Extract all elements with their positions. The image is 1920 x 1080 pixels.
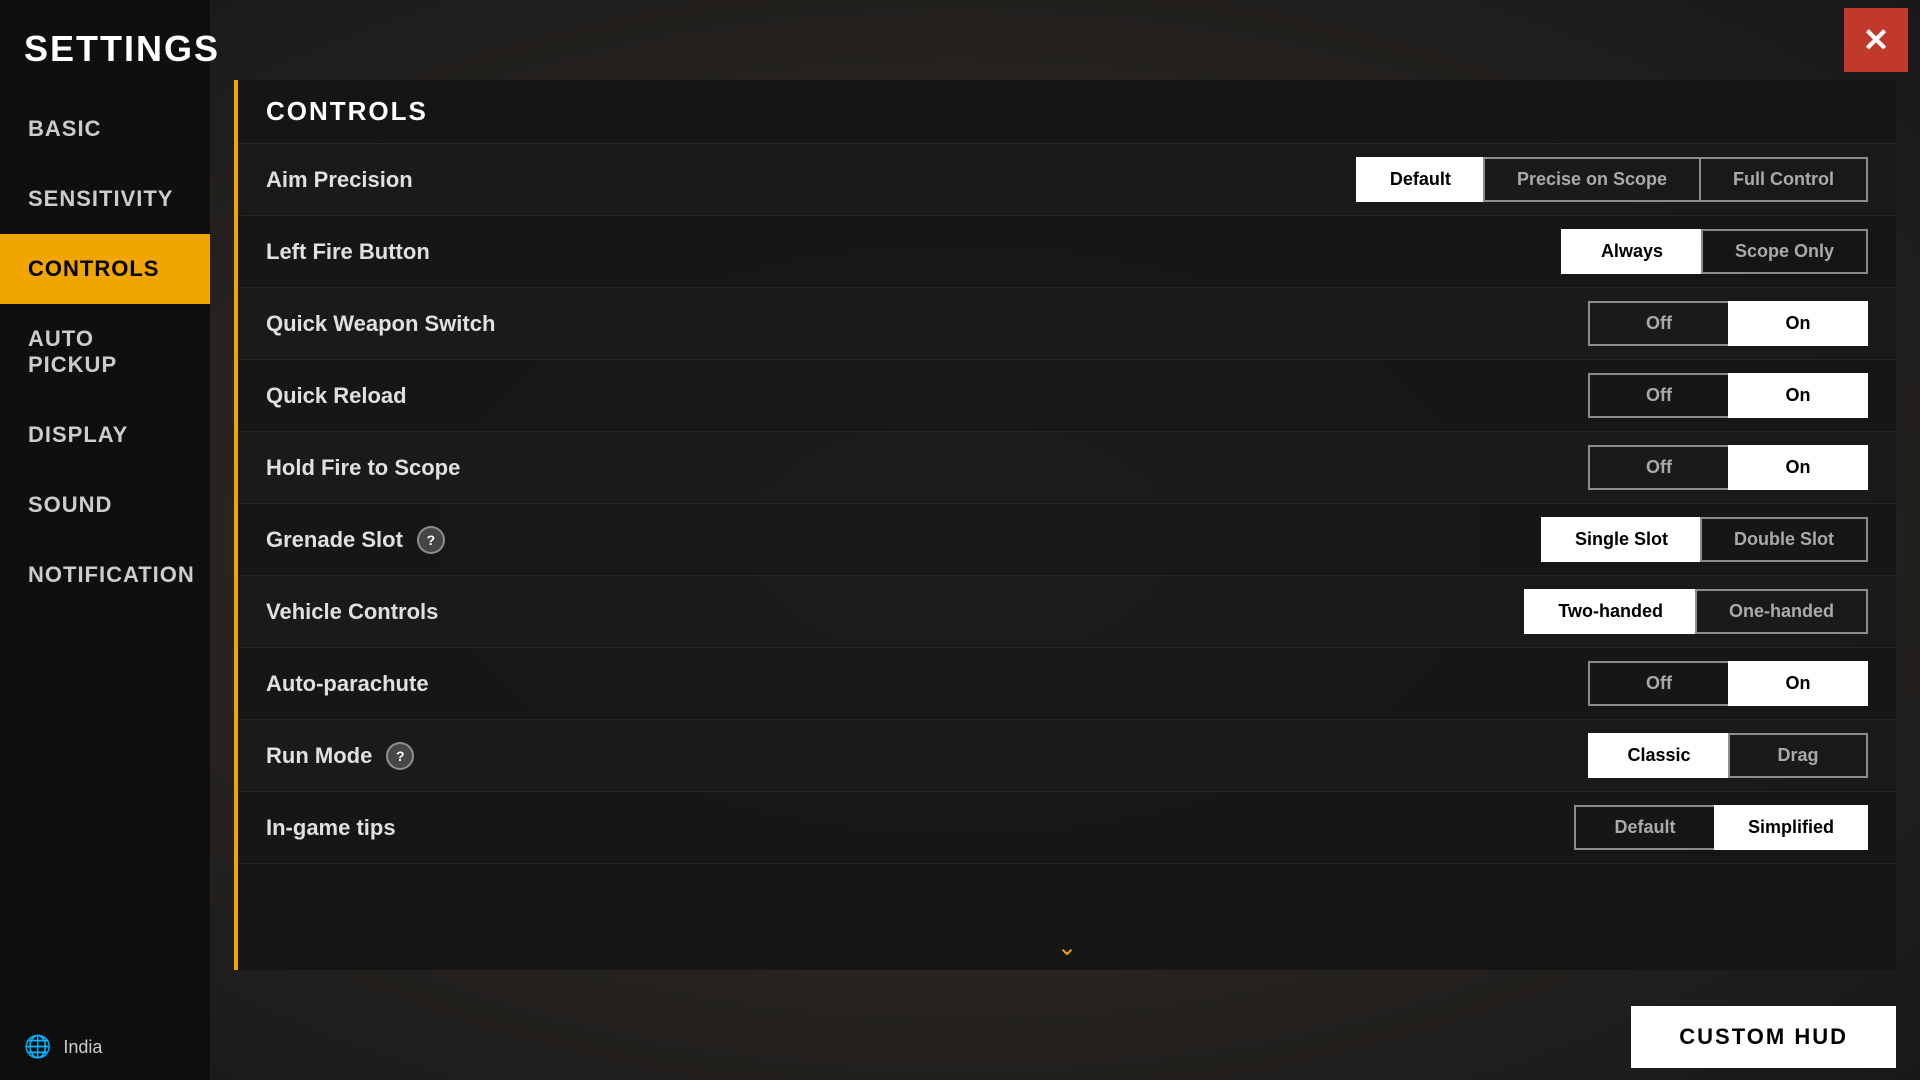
setting-row-grenade-slot: Grenade Slot?Single SlotDouble Slot bbox=[238, 504, 1896, 576]
help-icon-run-mode[interactable]: ? bbox=[386, 742, 414, 770]
setting-label-aim-precision: Aim Precision bbox=[266, 167, 1356, 193]
sidebar-item-auto-pickup[interactable]: AUTO PICKUP bbox=[0, 304, 210, 400]
toggle-auto-parachute-on[interactable]: On bbox=[1728, 661, 1868, 706]
setting-row-in-game-tips: In-game tipsDefaultSimplified bbox=[238, 792, 1896, 864]
toggle-aim-precision-full-control[interactable]: Full Control bbox=[1699, 157, 1868, 202]
setting-row-left-fire-button: Left Fire ButtonAlwaysScope Only bbox=[238, 216, 1896, 288]
sidebar: SETTINGS BASICSENSITIVITYCONTROLSAUTO PI… bbox=[0, 0, 210, 1080]
setting-row-run-mode: Run Mode?ClassicDrag bbox=[238, 720, 1896, 792]
toggle-run-mode-classic[interactable]: Classic bbox=[1588, 733, 1728, 778]
topbar: ✕ bbox=[210, 0, 1920, 80]
toggle-in-game-tips-default[interactable]: Default bbox=[1574, 805, 1714, 850]
sidebar-item-sensitivity[interactable]: SENSITIVITY bbox=[0, 164, 210, 234]
setting-controls-left-fire-button: AlwaysScope Only bbox=[1561, 229, 1868, 274]
toggle-auto-parachute-off[interactable]: Off bbox=[1588, 661, 1728, 706]
setting-label-auto-parachute: Auto-parachute bbox=[266, 671, 1588, 697]
setting-label-hold-fire-to-scope: Hold Fire to Scope bbox=[266, 455, 1588, 481]
toggle-quick-weapon-switch-off[interactable]: Off bbox=[1588, 301, 1728, 346]
setting-controls-vehicle-controls: Two-handedOne-handed bbox=[1524, 589, 1868, 634]
setting-controls-auto-parachute: OffOn bbox=[1588, 661, 1868, 706]
sidebar-nav: BASICSENSITIVITYCONTROLSAUTO PICKUPDISPL… bbox=[0, 94, 210, 1014]
help-icon-grenade-slot[interactable]: ? bbox=[417, 526, 445, 554]
setting-controls-quick-weapon-switch: OffOn bbox=[1588, 301, 1868, 346]
toggle-aim-precision-default[interactable]: Default bbox=[1356, 157, 1483, 202]
toggle-hold-fire-to-scope-off[interactable]: Off bbox=[1588, 445, 1728, 490]
toggle-run-mode-drag[interactable]: Drag bbox=[1728, 733, 1868, 778]
setting-controls-quick-reload: OffOn bbox=[1588, 373, 1868, 418]
toggle-quick-reload-on[interactable]: On bbox=[1728, 373, 1868, 418]
toggle-quick-reload-off[interactable]: Off bbox=[1588, 373, 1728, 418]
setting-row-auto-parachute: Auto-parachuteOffOn bbox=[238, 648, 1896, 720]
setting-row-hold-fire-to-scope: Hold Fire to ScopeOffOn bbox=[238, 432, 1896, 504]
setting-row-vehicle-controls: Vehicle ControlsTwo-handedOne-handed bbox=[238, 576, 1896, 648]
sidebar-item-sound[interactable]: SOUND bbox=[0, 470, 210, 540]
sidebar-footer: 🌐 India bbox=[0, 1014, 210, 1080]
toggle-grenade-slot-double-slot[interactable]: Double Slot bbox=[1700, 517, 1868, 562]
setting-row-quick-reload: Quick ReloadOffOn bbox=[238, 360, 1896, 432]
content-area: CONTROLS Aim PrecisionDefaultPrecise on … bbox=[210, 80, 1920, 994]
setting-controls-run-mode: ClassicDrag bbox=[1588, 733, 1868, 778]
toggle-grenade-slot-single-slot[interactable]: Single Slot bbox=[1541, 517, 1700, 562]
toggle-aim-precision-precise-on-scope[interactable]: Precise on Scope bbox=[1483, 157, 1699, 202]
toggle-vehicle-controls-one-handed[interactable]: One-handed bbox=[1695, 589, 1868, 634]
toggle-left-fire-button-always[interactable]: Always bbox=[1561, 229, 1701, 274]
app-title: SETTINGS bbox=[0, 0, 210, 94]
toggle-vehicle-controls-two-handed[interactable]: Two-handed bbox=[1524, 589, 1695, 634]
setting-label-quick-reload: Quick Reload bbox=[266, 383, 1588, 409]
custom-hud-button[interactable]: CUSTOM HUD bbox=[1631, 1006, 1896, 1068]
globe-icon: 🌐 bbox=[24, 1034, 51, 1060]
settings-list: Aim PrecisionDefaultPrecise on ScopeFull… bbox=[238, 144, 1896, 925]
toggle-left-fire-button-scope-only[interactable]: Scope Only bbox=[1701, 229, 1868, 274]
toggle-hold-fire-to-scope-on[interactable]: On bbox=[1728, 445, 1868, 490]
setting-label-left-fire-button: Left Fire Button bbox=[266, 239, 1561, 265]
setting-label-run-mode: Run Mode? bbox=[266, 742, 1588, 770]
close-button[interactable]: ✕ bbox=[1844, 8, 1908, 72]
setting-label-grenade-slot: Grenade Slot? bbox=[266, 526, 1541, 554]
toggle-quick-weapon-switch-on[interactable]: On bbox=[1728, 301, 1868, 346]
region-label: India bbox=[63, 1037, 102, 1058]
setting-row-quick-weapon-switch: Quick Weapon SwitchOffOn bbox=[238, 288, 1896, 360]
setting-label-vehicle-controls: Vehicle Controls bbox=[266, 599, 1524, 625]
sidebar-item-controls[interactable]: CONTROLS bbox=[0, 234, 210, 304]
scroll-indicator: ⌄ bbox=[238, 925, 1896, 970]
bottom-bar: CUSTOM HUD bbox=[210, 994, 1920, 1080]
sidebar-item-display[interactable]: DISPLAY bbox=[0, 400, 210, 470]
controls-section: CONTROLS Aim PrecisionDefaultPrecise on … bbox=[234, 80, 1896, 970]
sidebar-item-notification[interactable]: NOTIFICATION bbox=[0, 540, 210, 610]
setting-label-in-game-tips: In-game tips bbox=[266, 815, 1574, 841]
main-area: ✕ CONTROLS Aim PrecisionDefaultPrecise o… bbox=[210, 0, 1920, 1080]
setting-controls-grenade-slot: Single SlotDouble Slot bbox=[1541, 517, 1868, 562]
setting-controls-in-game-tips: DefaultSimplified bbox=[1574, 805, 1868, 850]
setting-row-aim-precision: Aim PrecisionDefaultPrecise on ScopeFull… bbox=[238, 144, 1896, 216]
section-title: CONTROLS bbox=[266, 96, 428, 127]
setting-controls-hold-fire-to-scope: OffOn bbox=[1588, 445, 1868, 490]
section-header: CONTROLS bbox=[238, 80, 1896, 144]
sidebar-item-basic[interactable]: BASIC bbox=[0, 94, 210, 164]
toggle-in-game-tips-simplified[interactable]: Simplified bbox=[1714, 805, 1868, 850]
setting-controls-aim-precision: DefaultPrecise on ScopeFull Control bbox=[1356, 157, 1868, 202]
setting-label-quick-weapon-switch: Quick Weapon Switch bbox=[266, 311, 1588, 337]
